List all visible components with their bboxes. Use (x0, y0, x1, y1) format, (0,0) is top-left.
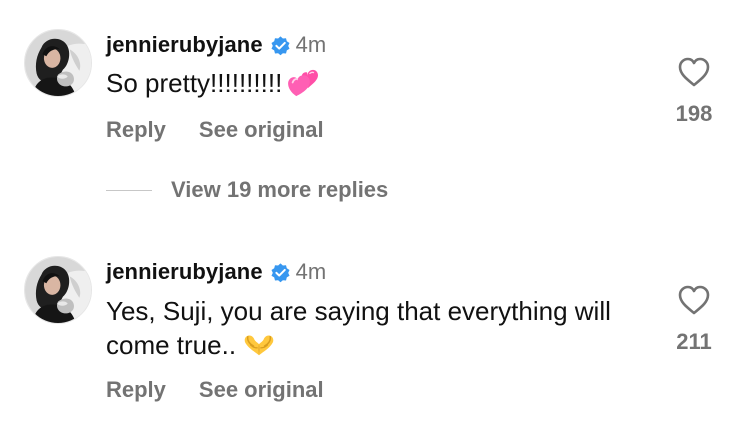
like-count: 211 (676, 329, 712, 354)
like-group: 211 (662, 284, 726, 355)
username[interactable]: jennierubyjane (106, 259, 263, 285)
heart-outline-icon[interactable] (677, 284, 711, 316)
comment-actions: Reply See original (106, 376, 357, 404)
reply-button[interactable]: Reply (106, 377, 166, 403)
verified-badge-icon (270, 262, 291, 283)
comment-header: jennierubyjane 4m (106, 258, 326, 286)
heart-hands-emoji (242, 333, 276, 367)
avatar[interactable] (24, 256, 92, 324)
see-original-button[interactable]: See original (199, 377, 324, 403)
comment-text: Yes, Suji, you are saying that everythin… (106, 294, 641, 367)
timestamp: 4m (295, 259, 327, 284)
comment-body: Yes, Suji, you are saying that everythin… (106, 296, 611, 360)
comment-item: jennierubyjane 4m Yes, Suji, you are say… (0, 0, 750, 435)
